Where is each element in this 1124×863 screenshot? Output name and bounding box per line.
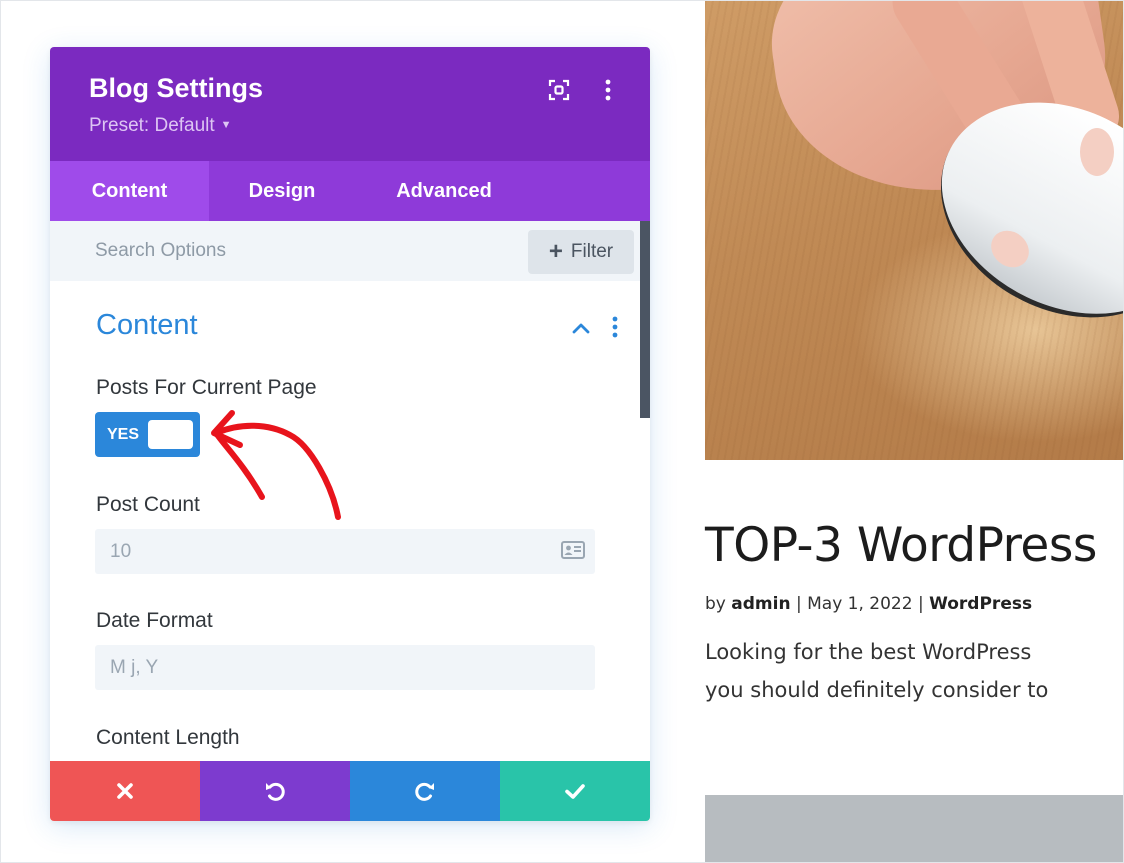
close-icon: [117, 783, 133, 799]
check-icon: [565, 784, 585, 799]
excerpt-line: Looking for the best WordPress: [705, 640, 1032, 664]
discard-changes-button[interactable]: [50, 761, 200, 821]
modal-header: Blog Settings Preset: Default ▼: [50, 47, 650, 161]
blog-settings-modal: Blog Settings Preset: Default ▼ Content D…: [50, 47, 650, 821]
undo-button[interactable]: [200, 761, 350, 821]
save-changes-button[interactable]: [500, 761, 650, 821]
modal-footer: [50, 761, 650, 821]
scrollbar-thumb[interactable]: [640, 221, 650, 418]
meta-author[interactable]: admin: [731, 594, 790, 614]
excerpt-line: you should definitely consider to: [705, 678, 1049, 702]
search-bar: + Filter: [50, 221, 640, 281]
meta-separator: |: [917, 594, 924, 614]
preset-selector[interactable]: Preset: Default ▼: [89, 115, 232, 137]
toggle-state-label: YES: [107, 426, 140, 443]
post-featured-image: [705, 0, 1124, 460]
plus-icon: +: [548, 238, 563, 265]
modal-title: Blog Settings: [89, 73, 263, 103]
post-count-label: Post Count: [96, 493, 200, 516]
redo-button[interactable]: [350, 761, 500, 821]
fingernail-shape: [1080, 128, 1114, 176]
next-post-image: [705, 795, 1124, 863]
meta-separator: |: [795, 594, 802, 614]
modal-tabs: Content Design Advanced: [50, 161, 650, 221]
tab-design[interactable]: Design: [209, 161, 355, 221]
undo-icon: [266, 782, 285, 801]
dynamic-content-icon[interactable]: [561, 541, 585, 559]
more-options-icon[interactable]: [598, 79, 618, 101]
date-format-label: Date Format: [96, 609, 213, 632]
toggle-knob: [148, 420, 193, 449]
filter-button[interactable]: + Filter: [528, 230, 634, 274]
section-title-content[interactable]: Content: [96, 309, 198, 342]
redo-icon: [415, 782, 434, 801]
expand-modal-icon[interactable]: [548, 79, 570, 101]
post-count-field[interactable]: [95, 529, 595, 574]
post-title[interactable]: TOP-3 WordPress: [705, 518, 1097, 573]
content-length-label: Content Length: [96, 726, 240, 749]
caret-down-icon: ▼: [220, 119, 232, 131]
posts-for-current-page-toggle[interactable]: YES: [95, 412, 200, 457]
preset-label: Preset: Default: [89, 115, 215, 136]
meta-by: by: [705, 594, 726, 614]
post-meta: by admin | May 1, 2022 | WordPress: [705, 594, 1032, 614]
section-options-icon[interactable]: [608, 315, 622, 339]
tab-content[interactable]: Content: [50, 161, 209, 221]
date-format-field[interactable]: [95, 645, 595, 690]
search-options-input[interactable]: [80, 233, 500, 269]
post-excerpt: Looking for the best WordPress you shoul…: [705, 633, 1105, 709]
chevron-up-icon[interactable]: [570, 317, 592, 339]
meta-date: May 1, 2022: [807, 594, 913, 614]
posts-for-current-page-label: Posts For Current Page: [96, 376, 317, 399]
tab-advanced[interactable]: Advanced: [355, 161, 533, 221]
meta-category[interactable]: WordPress: [929, 594, 1032, 614]
filter-label: Filter: [570, 241, 614, 262]
